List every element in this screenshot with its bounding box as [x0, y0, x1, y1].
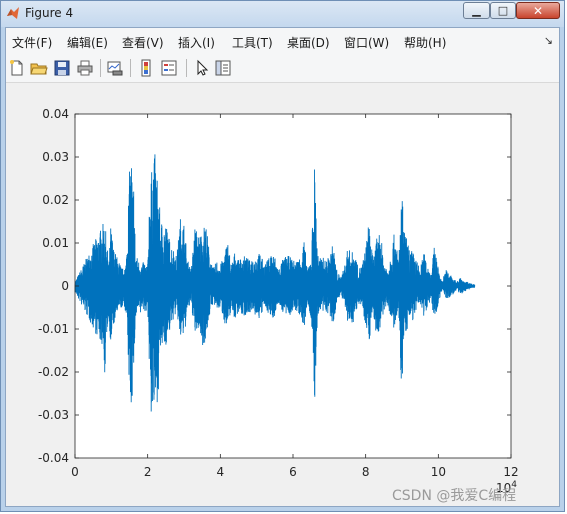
x-tick-label: 4 [217, 465, 225, 479]
y-tick-label: -0.02 [38, 365, 69, 379]
x-tick-label: 0 [71, 465, 79, 479]
x-tick-label: 6 [289, 465, 297, 479]
plot-canvas: 0 2 4 6 8 10 12 0.04 0.03 0.02 0.01 0 -0.01 -0.02 -0.… [38, 107, 519, 495]
y-tick-label: -0.03 [38, 408, 69, 422]
y-tick-label: 0.02 [42, 193, 69, 207]
x-tick-label: 12 [503, 465, 518, 479]
y-tick-label: -0.04 [38, 451, 69, 465]
y-tick-label: 0.03 [42, 150, 69, 164]
y-tick-label: -0.01 [38, 322, 69, 336]
y-tick-label: 0 [61, 279, 69, 293]
y-tick-label: 0.01 [42, 236, 69, 250]
watermark-text: CSDN @我爱C编程 [392, 488, 517, 504]
x-tick-label: 8 [362, 465, 370, 479]
y-tick-label: 0.04 [42, 107, 69, 121]
x-tick-label: 2 [144, 465, 152, 479]
x-tick-label: 10 [431, 465, 446, 479]
